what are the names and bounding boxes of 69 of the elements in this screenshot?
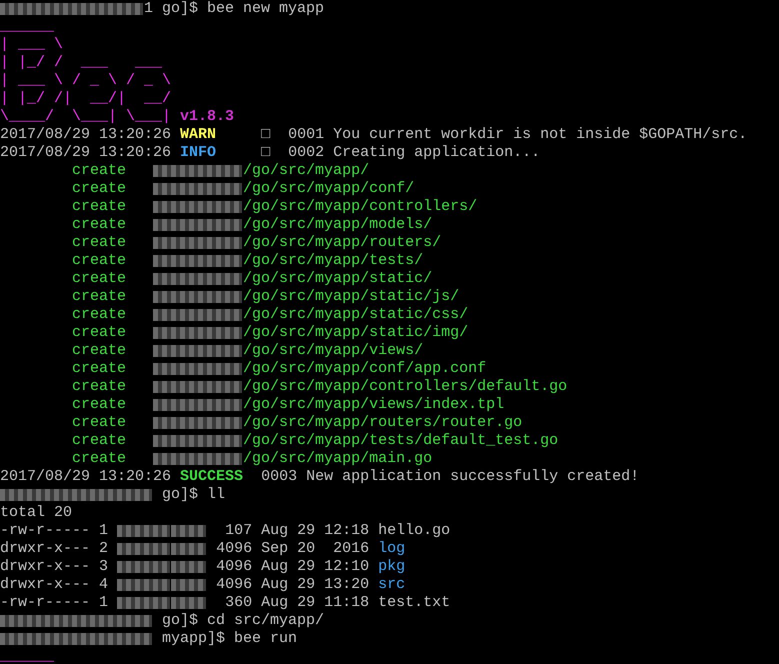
create-output: /go/src/myapp/routers/router.go [243, 414, 522, 431]
logo-art: \____/ \___| \___| [0, 108, 172, 125]
create-output: create [72, 162, 126, 179]
create-output: /go/src/myapp/tests/default_test.go [243, 432, 558, 449]
terminal-text: 0003 New application successfully created! [261, 468, 640, 485]
create-output: /go/src/myapp/ [243, 162, 370, 179]
create-output: create [72, 198, 126, 215]
create-output: create [72, 342, 126, 359]
directory-name: src [378, 576, 406, 593]
terminal-text: 4096 Aug 29 12:10 [216, 558, 370, 575]
create-output: create [72, 306, 126, 323]
log-level: SUCCESS [180, 468, 244, 485]
terminal-text: 2017/08/29 13:20:26 [0, 468, 172, 485]
terminal-text: go]$ ll [162, 486, 226, 503]
logo-art: | |_/ / ___ ___ [0, 54, 162, 71]
terminal-text: 4096 Sep 20 2016 [216, 540, 370, 557]
create-output: create [72, 378, 126, 395]
terminal-text: 360 Aug 29 11:18 test.txt [225, 594, 450, 611]
create-output: create [72, 360, 126, 377]
directory-name: pkg [378, 558, 406, 575]
terminal-text: drwxr-x--- 4 [0, 576, 108, 593]
directory-name: log [378, 540, 406, 557]
create-output: /go/src/myapp/static/css/ [243, 306, 468, 323]
create-output: create [72, 234, 126, 251]
create-output: /go/src/myapp/tests/ [243, 252, 424, 269]
create-output: create [72, 252, 126, 269]
log-level: INFO [180, 144, 216, 161]
create-output: create [72, 216, 126, 233]
terminal-text: □ 0002 Creating application... [261, 144, 540, 161]
terminal-text: drwxr-x--- 3 [0, 558, 108, 575]
logo-art: | ___ \ [0, 36, 64, 53]
terminal-text: drwxr-x--- 2 [0, 540, 108, 557]
log-level: WARN [180, 126, 216, 143]
terminal-text: 4096 Aug 29 13:20 [216, 576, 370, 593]
terminal-text: □ 0001 You current workdir is not inside $GOPATH/src. [261, 126, 748, 143]
logo-art: | |_/ /| __/| __/ [0, 90, 172, 107]
create-output: /go/src/myapp/conf/app.conf [243, 360, 486, 377]
create-output: /go/src/myapp/static/js/ [243, 288, 460, 305]
create-output: /go/src/myapp/views/index.tpl [243, 396, 504, 413]
terminal-text: 2017/08/29 13:20:26 [0, 144, 172, 161]
terminal-text: 2017/08/29 13:20:26 [0, 126, 172, 143]
terminal-text: 107 Aug 29 12:18 hello.go [225, 522, 450, 539]
terminal-text: 1 go]$ bee new myapp [144, 0, 324, 17]
create-output: /go/src/myapp/static/img/ [243, 324, 468, 341]
create-output: /go/src/myapp/models/ [243, 216, 432, 233]
create-output: /go/src/myapp/main.go [243, 450, 432, 467]
create-output: create [72, 414, 126, 431]
create-output: create [72, 180, 126, 197]
version-label: v1.8.3 [180, 108, 234, 125]
create-output: create [72, 288, 126, 305]
logo-art: ______ [0, 18, 54, 35]
create-output: create [72, 396, 126, 413]
logo-art: ______ [0, 648, 54, 664]
create-output: create [72, 450, 126, 467]
create-output: /go/src/myapp/controllers/default.go [243, 378, 568, 395]
terminal-text: -rw-r----- 1 [0, 594, 108, 611]
terminal-text: total 20 [0, 504, 72, 521]
create-output: /go/src/myapp/views/ [243, 342, 424, 359]
terminal-text: myapp]$ bee run [162, 630, 298, 647]
terminal-text: go]$ cd src/myapp/ [162, 612, 324, 629]
create-output: /go/src/myapp/conf/ [243, 180, 414, 197]
create-output: /go/src/myapp/controllers/ [243, 198, 478, 215]
create-output: /go/src/myapp/routers/ [243, 234, 442, 251]
create-output: create [72, 324, 126, 341]
terminal-text: -rw-r----- 1 [0, 522, 108, 539]
logo-art: | ___ \ / _ \ / _ \ [0, 72, 172, 89]
create-output: /go/src/myapp/static/ [243, 270, 432, 287]
create-output: create [72, 270, 126, 287]
create-output: create [72, 432, 126, 449]
